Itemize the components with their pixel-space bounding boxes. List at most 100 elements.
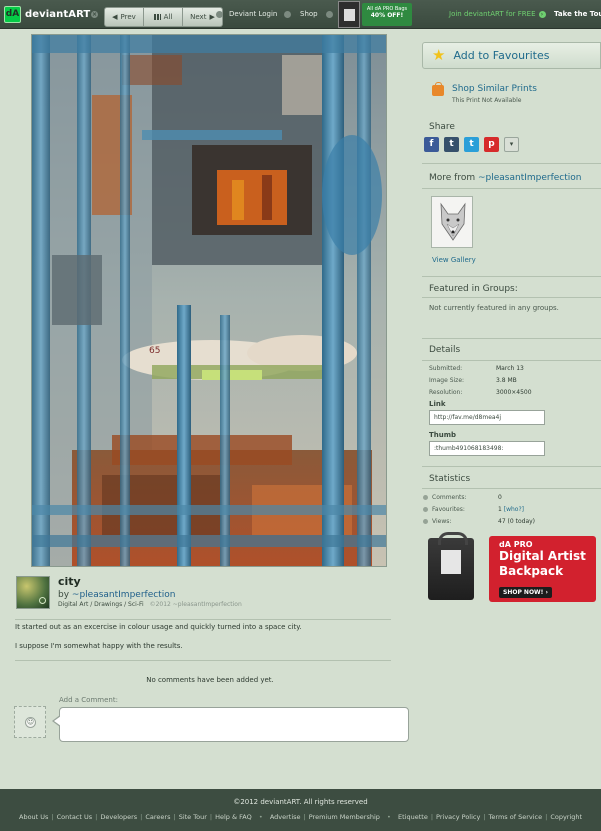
- shop-now-button[interactable]: SHOP NOW! ›: [499, 587, 552, 598]
- byline: by ~pleasantImperfection: [58, 590, 175, 600]
- promo-line2: 40% OFF!: [370, 12, 404, 19]
- share-heading: Share: [429, 122, 455, 132]
- arrow-right-icon: ›: [538, 10, 546, 18]
- add-to-favourites-button[interactable]: ★ Add to Favourites: [422, 42, 601, 69]
- footer-link[interactable]: Site Tour: [179, 813, 207, 821]
- ad-pre: dA PRO: [499, 540, 533, 549]
- groups-empty-text: Not currently featured in any groups.: [429, 304, 559, 312]
- more-share-icon[interactable]: ▾: [504, 137, 519, 152]
- grid-icon: [153, 14, 161, 20]
- artwork-image[interactable]: 65: [31, 34, 387, 567]
- stat-label: Views:: [432, 518, 452, 525]
- prev-button[interactable]: ◀ Prev: [104, 7, 144, 27]
- who-link[interactable]: [who?]: [504, 506, 524, 513]
- footer-link[interactable]: Careers: [145, 813, 170, 821]
- footer-link[interactable]: Help & FAQ: [215, 813, 252, 821]
- footer-link[interactable]: Terms of Service: [489, 813, 543, 821]
- shop-link[interactable]: Shop: [300, 10, 318, 18]
- backpack-advertisement[interactable]: dA PRO Digital Artist Backpack SHOP NOW!…: [426, 532, 596, 602]
- more-from-heading: More from ~pleasantImperfection: [429, 173, 582, 183]
- detail-value: March 13: [496, 365, 524, 372]
- footer-links: About Us | Contact Us | Developers | Careers | S…: [19, 813, 582, 821]
- close-icon[interactable]: ×: [91, 11, 98, 18]
- tumblr-icon[interactable]: t: [444, 137, 459, 152]
- divider: [422, 338, 601, 339]
- separator: |: [209, 813, 213, 821]
- separator-dot-icon: [216, 11, 223, 18]
- deviantart-logo-icon: dA: [4, 5, 21, 23]
- link-field[interactable]: http://fav.me/d8mea4j: [429, 410, 545, 425]
- footer-link[interactable]: Etiquette: [398, 813, 428, 821]
- comment-box-pointer-inner: [54, 716, 61, 726]
- footer-link[interactable]: Contact Us: [57, 813, 93, 821]
- favourites-count: 1: [498, 506, 502, 513]
- deviation-title: city: [58, 575, 81, 588]
- star-icon: [423, 507, 428, 512]
- link-label: Link: [429, 400, 446, 408]
- no-comments-text: No comments have been added yet.: [146, 676, 274, 684]
- ad-banner: dA PRO Digital Artist Backpack SHOP NOW!…: [489, 536, 596, 602]
- description-line-2: I suppose I'm somewhat happy with the re…: [15, 642, 183, 650]
- author-avatar[interactable]: [16, 576, 50, 609]
- wolf-icon: [440, 202, 466, 241]
- footer-link[interactable]: Advertise: [270, 813, 301, 821]
- footer-link[interactable]: Privacy Policy: [436, 813, 480, 821]
- divider: [422, 297, 601, 298]
- svg-text:65: 65: [149, 346, 160, 356]
- pro-bags-promo[interactable]: All dA PRO Bags 40% OFF!: [338, 1, 412, 28]
- all-button[interactable]: All: [144, 7, 183, 27]
- stat-views: Views: 47 (0 today): [423, 518, 601, 525]
- stat-value: 0: [498, 494, 502, 501]
- print-availability-text: This Print Not Available: [452, 97, 522, 104]
- separator: |: [51, 813, 54, 821]
- chevron-right-icon: ▶: [209, 13, 215, 21]
- more-from-author-link[interactable]: ~pleasantImperfection: [478, 173, 582, 183]
- separator: |: [173, 813, 176, 821]
- bag-icon: [338, 1, 360, 28]
- ad-line-2: Backpack: [499, 564, 564, 578]
- shop-similar-link[interactable]: Shop Similar Prints: [452, 84, 537, 94]
- separator-dot-icon: [326, 11, 333, 18]
- groups-heading: Featured in Groups:: [429, 284, 518, 294]
- facebook-icon[interactable]: f: [424, 137, 439, 152]
- footer-link[interactable]: Premium Membership: [309, 813, 380, 821]
- star-icon: ★: [432, 46, 446, 64]
- detail-label: Image Size:: [429, 377, 465, 384]
- footer-link[interactable]: About Us: [19, 813, 48, 821]
- thumb-field[interactable]: :thumb491068183498:: [429, 441, 545, 456]
- logo-text: deviantART: [25, 8, 91, 20]
- author-link[interactable]: ~pleasantImperfection: [72, 590, 176, 600]
- footer-link[interactable]: Copyright: [550, 813, 582, 821]
- twitter-icon[interactable]: t: [464, 137, 479, 152]
- promo-banner: All dA PRO Bags 40% OFF!: [362, 3, 412, 26]
- chevron-left-icon: ◀: [112, 13, 118, 21]
- separator: •: [254, 813, 267, 821]
- gallery-nav-group: ◀ Prev All Next ▶: [104, 7, 223, 27]
- divider: [422, 466, 601, 467]
- gallery-thumbnail[interactable]: [431, 196, 473, 248]
- divider: [422, 276, 601, 277]
- commenter-avatar: ☺: [14, 706, 46, 738]
- stat-label: Favourites:: [432, 506, 465, 513]
- thumb-label: Thumb: [429, 431, 457, 439]
- separator: •: [382, 813, 396, 821]
- divider: [422, 360, 601, 361]
- join-link[interactable]: Join deviantART for FREE ›: [449, 10, 546, 18]
- footer-link[interactable]: Developers: [100, 813, 137, 821]
- avatar-ring-icon: [39, 597, 46, 604]
- pinterest-icon[interactable]: p: [484, 137, 499, 152]
- byline-prefix: by: [58, 590, 72, 600]
- deviant-login-link[interactable]: Deviant Login: [229, 10, 277, 18]
- divider: [15, 660, 391, 661]
- deviantart-logo[interactable]: dA deviantART: [4, 4, 90, 24]
- city-artwork: 65: [32, 35, 386, 566]
- comment-input[interactable]: [59, 707, 409, 742]
- eye-icon: [423, 519, 428, 524]
- category-link[interactable]: Digital Art / Drawings / Sci-Fi: [58, 601, 144, 608]
- take-tour-link[interactable]: Take the Tour: [554, 10, 601, 18]
- separator: |: [430, 813, 434, 821]
- view-gallery-link[interactable]: View Gallery: [432, 256, 476, 264]
- separator-dot-icon: [284, 11, 291, 18]
- divider: [422, 188, 601, 189]
- ad-title: Digital Artist Backpack: [499, 549, 586, 579]
